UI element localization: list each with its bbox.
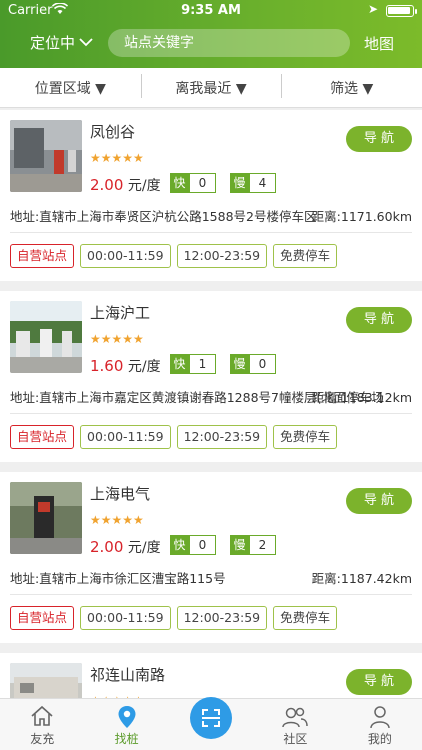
station-card[interactable]: 凤创谷 ★★★★★ 2.00 元/度 快0 慢4 导 航 地址:直辖市上海市奉贤… [0,110,422,281]
station-name: 上海沪工 [90,304,151,322]
card-divider [10,232,412,233]
station-card[interactable]: 上海沪工 ★★★★★ 1.60 元/度 快1 慢0 导 航 地址:直辖市上海市嘉… [0,291,422,462]
tab-label: 我的 [367,732,392,746]
navigate-button[interactable]: 导 航 [346,126,412,152]
tag-hours-am: 00:00-11:59 [80,606,171,630]
fast-label: 快 [170,535,189,555]
location-pin-icon [117,705,137,732]
home-icon [30,705,54,730]
tab-find-charger[interactable]: 找桩 [84,699,168,750]
station-tags: 自营站点 00:00-11:59 12:00-23:59 免费停车 [10,425,338,449]
rating-stars: ★★★★★ [90,513,144,527]
scan-button[interactable] [190,697,233,739]
rating-stars: ★★★★★ [90,332,144,346]
station-card[interactable]: 上海电气 ★★★★★ 2.00 元/度 快0 慢2 导 航 地址:直辖市上海市徐… [0,472,422,643]
navigate-button[interactable]: 导 航 [346,307,412,333]
bottom-tab-bar: 友充 找桩 社区 我的 [0,697,422,750]
price-unit: 元/度 [127,540,161,556]
slow-value: 0 [249,354,276,374]
fast-charger-count: 快0 [170,535,216,555]
fast-value: 0 [189,173,216,193]
station-name: 凤创谷 [90,123,136,141]
status-time: 9:35 AM [181,3,241,18]
tag-self-operated: 自营站点 [10,606,75,630]
tab-label: 友充 [30,732,55,746]
tab-label: 找桩 [114,732,139,746]
slow-charger-count: 慢2 [230,535,276,555]
slow-label: 慢 [230,173,249,193]
station-photo [10,482,82,554]
location-label: 定位中 [30,34,76,52]
filter-nearest[interactable]: 离我最近 ▼ [140,73,282,98]
price-unit: 元/度 [127,359,161,375]
tag-free-parking: 免费停车 [273,425,338,449]
tag-hours-pm: 12:00-23:59 [176,606,268,630]
tag-hours-am: 00:00-11:59 [80,244,171,268]
filter-bar: 位置区域 ▼ 离我最近 ▼ 筛选 ▼ [0,68,422,108]
station-name: 上海电气 [90,485,151,503]
battery-icon [386,5,414,17]
navigate-button[interactable]: 导 航 [346,669,412,695]
user-icon [369,705,391,732]
rating-stars: ★★★★★ [90,151,144,165]
station-tags: 自营站点 00:00-11:59 12:00-23:59 免费停车 [10,244,338,268]
tab-label: 社区 [283,732,308,746]
tag-hours-pm: 12:00-23:59 [176,425,268,449]
station-price: 1.60 元/度 [90,356,161,376]
station-tags: 自营站点 00:00-11:59 12:00-23:59 免费停车 [10,606,338,630]
scan-icon [202,709,221,727]
tag-free-parking: 免费停车 [273,606,338,630]
price-value: 1.60 [90,357,124,375]
tab-scan[interactable] [169,697,253,750]
search-bar[interactable] [108,29,350,57]
tag-self-operated: 自营站点 [10,244,75,268]
map-button[interactable]: 地图 [364,33,394,54]
fast-charger-count: 快0 [170,173,216,193]
app-header: Carrier 9:35 AM ➤ 定位中 地图 [0,0,422,68]
fast-label: 快 [170,354,189,374]
filter-location-area[interactable]: 位置区域 ▼ [0,78,141,98]
station-name: 祁连山南路 [90,666,166,684]
slow-label: 慢 [230,354,249,374]
fast-value: 0 [189,535,216,555]
card-divider [10,413,412,414]
filter-options[interactable]: 筛选 ▼ [281,73,422,98]
slow-charger-count: 慢4 [230,173,276,193]
navigate-button[interactable]: 导 航 [346,488,412,514]
chevron-down-icon [79,38,93,47]
fast-charger-count: 快1 [170,354,216,374]
fast-label: 快 [170,173,189,193]
tag-self-operated: 自营站点 [10,425,75,449]
station-distance: 距离:1171.60km [311,209,412,224]
location-selector[interactable]: 定位中 [30,32,93,53]
slow-value: 4 [249,173,276,193]
card-divider [10,594,412,595]
tag-hours-am: 00:00-11:59 [80,425,171,449]
community-icon [281,705,309,732]
station-price: 2.00 元/度 [90,175,161,195]
tag-hours-pm: 12:00-23:59 [176,244,268,268]
fast-value: 1 [189,354,216,374]
price-value: 2.00 [90,176,124,194]
tag-free-parking: 免费停车 [273,244,338,268]
station-photo [10,301,82,373]
price-unit: 元/度 [127,178,161,194]
tab-youchong[interactable]: 友充 [0,699,84,750]
slow-value: 2 [249,535,276,555]
battery-tip-icon [415,9,417,14]
station-distance: 距离:1187.42km [311,571,412,586]
slow-label: 慢 [230,535,249,555]
station-price: 2.00 元/度 [90,537,161,557]
station-photo [10,120,82,192]
status-bar: Carrier 9:35 AM ➤ [0,0,422,22]
search-input[interactable] [108,29,350,57]
tab-community[interactable]: 社区 [253,699,337,750]
slow-charger-count: 慢0 [230,354,276,374]
station-distance: 距离:1183.12km [311,390,412,405]
tab-mine[interactable]: 我的 [338,699,422,750]
location-arrow-icon: ➤ [367,2,378,16]
price-value: 2.00 [90,538,124,556]
